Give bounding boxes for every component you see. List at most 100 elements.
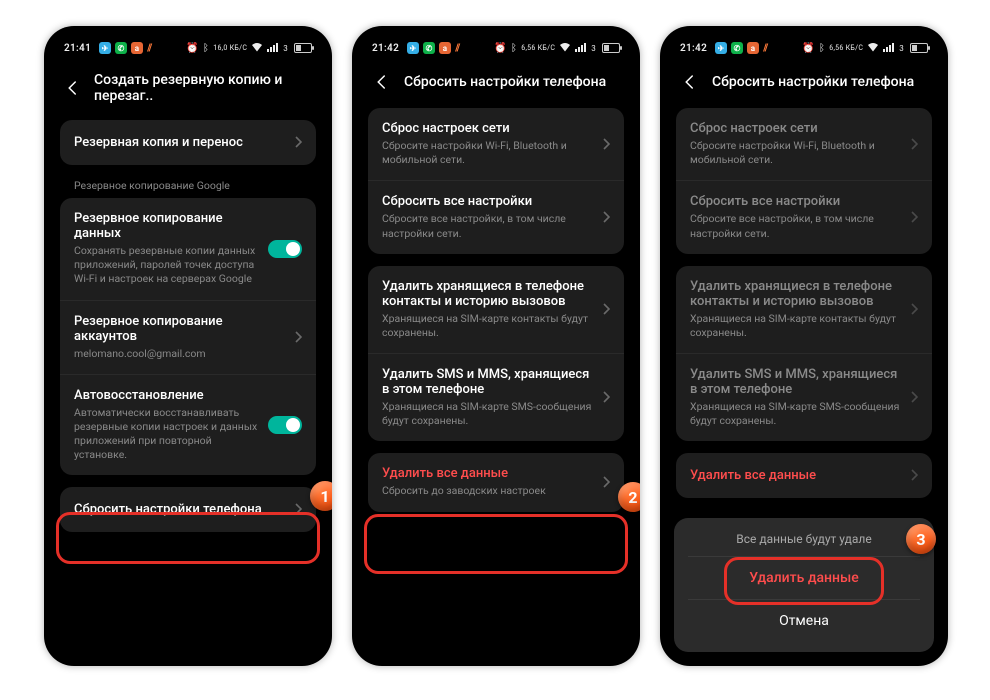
chevron-right-icon xyxy=(294,328,302,347)
wifi-icon xyxy=(559,42,571,55)
status-time: 21:42 xyxy=(372,43,399,54)
chevron-right-icon xyxy=(602,300,610,319)
row-title: Сброс настроек сети xyxy=(690,121,900,136)
row-reset-all-settings[interactable]: Сбросить все настройки Сбросите все наст… xyxy=(368,180,624,253)
status-bar: 21:42 ✈ ✆ a // ⏰ ᛒ 6,56 КБ/С 3 xyxy=(358,32,634,64)
row-delete-sms[interactable]: Удалить SMS и MMS, хранящиеся в этом тел… xyxy=(676,353,932,441)
row-reset-network[interactable]: Сброс настроек сети Сбросите настройки W… xyxy=(676,108,932,180)
app-icon: a xyxy=(439,42,451,54)
row-subtitle: Сбросите все настройки, в том числе наст… xyxy=(690,212,900,240)
row-title: Резервная копия и перенос xyxy=(74,135,284,150)
chevron-right-icon xyxy=(910,466,918,485)
toggle-data-backup[interactable] xyxy=(268,240,302,258)
signal-icon xyxy=(883,42,895,55)
row-title: Сбросить все настройки xyxy=(690,194,900,209)
step-badge-2: 2 xyxy=(618,482,640,512)
status-time: 21:41 xyxy=(64,43,91,54)
row-backup-transfer[interactable]: Резервная копия и перенос xyxy=(60,120,316,165)
battery-pct: 3 xyxy=(899,44,904,53)
alarm-icon: ⏰ xyxy=(186,43,199,54)
chevron-right-icon xyxy=(602,208,610,227)
net-speed: 6,56 КБ/С xyxy=(521,45,555,52)
row-title: Сбросить настройки телефона xyxy=(74,502,284,517)
row-subtitle: Сбросите все настройки, в том числе наст… xyxy=(382,212,592,240)
wifi-icon xyxy=(251,42,263,55)
row-title: Удалить SMS и MMS, хранящиеся в этом тел… xyxy=(382,367,592,397)
row-subtitle: Сбросить до заводских настроек xyxy=(382,484,592,498)
signal-icon xyxy=(575,42,587,55)
status-bar: 21:42 ✈ ✆ a // ⏰ ᛒ 6,56 КБ/С 3 xyxy=(666,32,942,64)
confirm-sheet: Все данные будут удале Удалить данные От… xyxy=(674,518,934,652)
alarm-icon: ⏰ xyxy=(802,43,815,54)
row-data-backup[interactable]: Резервное копирование данных Сохранять р… xyxy=(60,198,316,300)
row-title: Автовосстановление xyxy=(74,388,258,403)
row-subtitle: Хранящиеся на SIM-карте SMS-сообщения бу… xyxy=(690,400,900,428)
row-subtitle: Сохранять резервные копии данных приложе… xyxy=(74,244,258,287)
row-autorestore[interactable]: Автовосстановление Автоматически восстан… xyxy=(60,374,316,476)
back-button[interactable] xyxy=(64,78,82,98)
phone-2: 21:42 ✈ ✆ a // ⏰ ᛒ 6,56 КБ/С 3 xyxy=(352,26,640,666)
wifi-icon xyxy=(867,42,879,55)
chevron-right-icon xyxy=(602,135,610,154)
row-subtitle: Сбросите настройки Wi-Fi, Bluetooth и мо… xyxy=(382,139,592,167)
row-title: Резервное копирование данных xyxy=(74,211,258,241)
row-title: Удалить SMS и MMS, хранящиеся в этом тел… xyxy=(690,367,900,397)
back-button[interactable] xyxy=(680,72,700,92)
battery-pct: 3 xyxy=(591,44,596,53)
row-erase-all-data[interactable]: Удалить все данные Сбросить до заводских… xyxy=(368,453,624,511)
telegram-icon: ✈ xyxy=(99,42,111,54)
bluetooth-icon: ᛒ xyxy=(203,43,209,54)
row-delete-sms[interactable]: Удалить SMS и MMS, хранящиеся в этом тел… xyxy=(368,353,624,441)
stripes-icon: // xyxy=(147,43,151,54)
chevron-right-icon xyxy=(602,388,610,407)
row-erase-all-data[interactable]: Удалить все данные xyxy=(676,453,932,498)
chevron-right-icon xyxy=(910,300,918,319)
row-subtitle: Хранящиеся на SIM-карте контакты будут с… xyxy=(382,312,592,340)
confirm-delete-button[interactable]: Удалить данные xyxy=(688,556,920,599)
net-speed: 6,56 КБ/С xyxy=(829,45,863,52)
section-label-google: Резервное копирование Google xyxy=(60,177,316,198)
whatsapp-icon: ✆ xyxy=(423,42,435,54)
row-subtitle: Автоматически восстанавливать резервные … xyxy=(74,406,258,463)
row-reset-all-settings[interactable]: Сбросить все настройки Сбросите все наст… xyxy=(676,180,932,253)
app-icon: a xyxy=(747,42,759,54)
row-subtitle: Хранящиеся на SIM-карте контакты будут с… xyxy=(690,312,900,340)
chevron-right-icon xyxy=(910,208,918,227)
row-delete-contacts[interactable]: Удалить хранящиеся в телефоне контакты и… xyxy=(368,266,624,353)
battery-icon xyxy=(602,43,620,53)
status-bar: 21:41 ✈ ✆ a // ⏰ ᛒ 16,0 КБ/С 3 xyxy=(50,32,326,64)
sheet-message: Все данные будут удале xyxy=(688,532,920,556)
battery-pct: 3 xyxy=(283,44,288,53)
net-speed: 16,0 КБ/С xyxy=(213,45,247,52)
cancel-button[interactable]: Отмена xyxy=(688,599,920,642)
telegram-icon: ✈ xyxy=(715,42,727,54)
page-title: Сбросить настройки телефона xyxy=(404,74,606,90)
row-title: Удалить все данные xyxy=(382,466,592,481)
phone-3: 21:42 ✈ ✆ a // ⏰ ᛒ 6,56 КБ/С 3 xyxy=(660,26,948,666)
row-delete-contacts[interactable]: Удалить хранящиеся в телефоне контакты и… xyxy=(676,266,932,353)
stripes-icon: // xyxy=(455,43,459,54)
whatsapp-icon: ✆ xyxy=(115,42,127,54)
row-account-backup[interactable]: Резервное копирование аккаунтов melomano… xyxy=(60,300,316,374)
telegram-icon: ✈ xyxy=(407,42,419,54)
battery-icon xyxy=(294,43,312,53)
step-badge-3: 3 xyxy=(906,524,936,554)
app-icon: a xyxy=(131,42,143,54)
chevron-right-icon xyxy=(294,133,302,152)
stripes-icon: // xyxy=(763,43,767,54)
back-button[interactable] xyxy=(372,72,392,92)
bluetooth-icon: ᛒ xyxy=(511,43,517,54)
chevron-right-icon xyxy=(294,500,302,519)
whatsapp-icon: ✆ xyxy=(731,42,743,54)
row-subtitle: Сбросите настройки Wi-Fi, Bluetooth и мо… xyxy=(690,139,900,167)
alarm-icon: ⏰ xyxy=(494,43,507,54)
chevron-right-icon xyxy=(602,473,610,492)
page-title: Сбросить настройки телефона xyxy=(712,74,914,90)
row-title: Резервное копирование аккаунтов xyxy=(74,314,284,344)
row-reset-phone[interactable]: Сбросить настройки телефона xyxy=(60,487,316,532)
toggle-autorestore[interactable] xyxy=(268,416,302,434)
signal-icon xyxy=(267,42,279,55)
status-time: 21:42 xyxy=(680,43,707,54)
row-reset-network[interactable]: Сброс настроек сети Сбросите настройки W… xyxy=(368,108,624,180)
step-badge-1: 1 xyxy=(310,481,332,511)
